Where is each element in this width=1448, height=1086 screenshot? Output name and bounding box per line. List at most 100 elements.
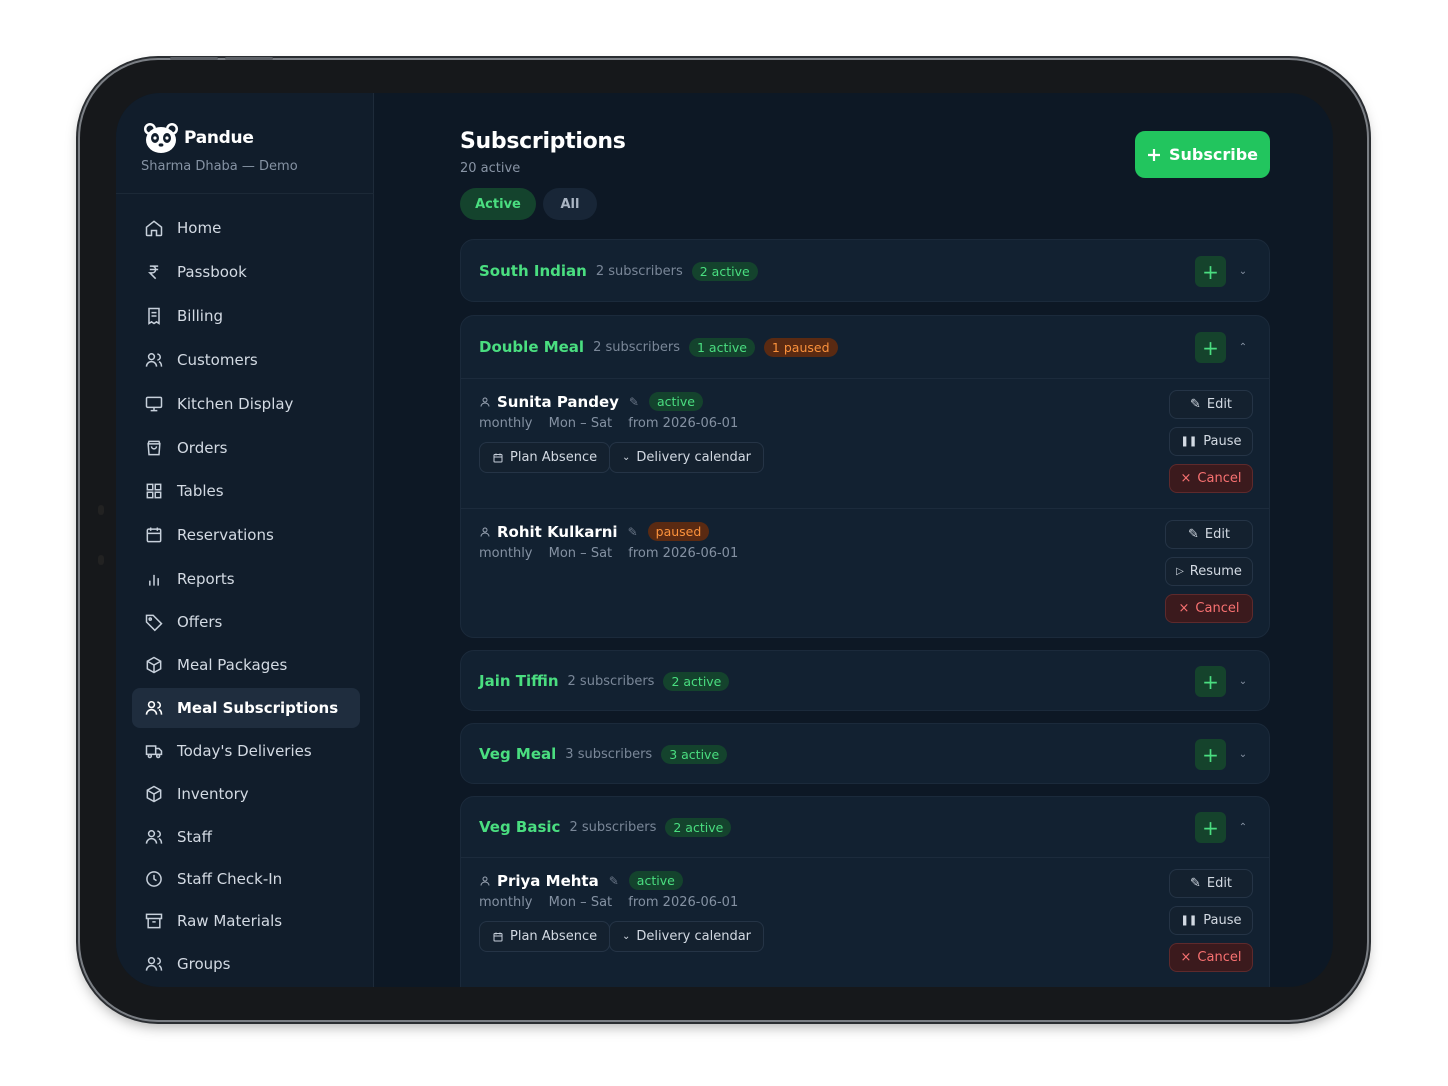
status-badge: active — [628, 871, 683, 890]
pencil-icon: ✎ — [1187, 527, 1199, 542]
sidebar-item-label: Meal Subscriptions — [177, 699, 339, 717]
add-subscriber-button[interactable]: + — [1195, 739, 1226, 770]
archive-icon — [145, 913, 163, 929]
add-subscriber-button[interactable]: + — [1195, 812, 1226, 843]
chevron-up-icon[interactable]: ⌃ — [1235, 819, 1251, 835]
filter-active-tab[interactable]: Active — [460, 188, 536, 220]
chevron-up-icon[interactable]: ⌃ — [1235, 339, 1251, 355]
clock-icon — [146, 871, 162, 887]
users-icon — [145, 957, 163, 971]
cancel-button[interactable]: × Cancel — [1169, 943, 1253, 972]
sidebar-item-inventory[interactable]: Inventory — [132, 774, 360, 814]
camera-dot — [98, 505, 104, 515]
delivery-days: Mon – Sat — [548, 416, 613, 431]
volume-button — [225, 57, 273, 60]
plan-absence-button[interactable]: Plan Absence — [479, 442, 611, 473]
chevron-down-icon[interactable]: ⌄ — [1235, 263, 1251, 279]
pause-button[interactable]: ❚❚ Pause — [1169, 906, 1253, 935]
pause-label: Pause — [1203, 434, 1242, 449]
tag-icon — [145, 614, 163, 632]
sidebar-item-staff[interactable]: Staff — [132, 817, 360, 857]
users-icon — [145, 830, 163, 844]
monitor-icon — [145, 396, 163, 412]
pause-icon: ❚❚ — [1180, 436, 1198, 447]
sidebar-item-home[interactable]: Home — [132, 208, 360, 248]
sidebar-item-billing[interactable]: Billing — [132, 296, 360, 336]
pencil-icon[interactable]: ✎ — [629, 395, 639, 409]
group-header[interactable]: Veg Meal 3 subscribers 3 active — [461, 724, 1269, 784]
sidebar-item-raw-materials[interactable]: Raw Materials — [132, 901, 360, 941]
sidebar-item-orders[interactable]: Orders — [132, 428, 360, 468]
pause-icon: ❚❚ — [1180, 915, 1198, 926]
sidebar-item-staff-check-in[interactable]: Staff Check-In — [132, 859, 360, 899]
group-name: Veg Basic — [479, 818, 561, 836]
sidebar-item-customers[interactable]: Customers — [132, 340, 360, 380]
add-subscriber-button[interactable]: + — [1195, 256, 1226, 287]
chevron-down-icon[interactable]: ⌄ — [1235, 673, 1251, 689]
sidebar-item-reports[interactable]: Reports — [132, 559, 360, 599]
delivery-calendar-toggle[interactable]: ⌄ Delivery calendar — [609, 442, 765, 473]
status-badge: paused — [647, 522, 710, 541]
edit-button[interactable]: ✎ Edit — [1169, 869, 1253, 898]
delivery-calendar-toggle[interactable]: ⌄ Delivery calendar — [609, 921, 765, 952]
calendar-icon — [493, 932, 503, 941]
panda-logo-icon — [144, 123, 178, 153]
subscriber-name: Rohit Kulkarni — [497, 522, 618, 541]
brand[interactable]: Pandue — [142, 121, 254, 155]
sidebar-item-kitchen-display[interactable]: Kitchen Display — [132, 384, 360, 424]
sidebar-item-meal-subscriptions[interactable]: Meal Subscriptions — [132, 688, 360, 728]
sidebar-item-todays-deliveries[interactable]: Today's Deliveries — [132, 731, 360, 771]
add-subscriber-button[interactable]: + — [1195, 332, 1226, 363]
sidebar-item-offers[interactable]: Offers — [132, 602, 360, 642]
subscriber-count: 2 subscribers — [567, 673, 655, 689]
edit-button[interactable]: ✎ Edit — [1165, 520, 1253, 549]
sidebar-item-meal-packages[interactable]: Meal Packages — [132, 645, 360, 685]
sidebar-item-label: Staff Check-In — [177, 870, 283, 888]
pencil-icon[interactable]: ✎ — [628, 525, 638, 539]
group-header[interactable]: Jain Tiffin 2 subscribers 2 active — [461, 651, 1269, 711]
plan-absence-button[interactable]: Plan Absence — [479, 921, 611, 952]
active-badge: 1 active — [689, 337, 755, 357]
pause-button[interactable]: ❚❚ Pause — [1169, 427, 1253, 456]
subscriber-count: 2 subscribers — [595, 263, 683, 279]
subscription-group-card: Double Meal 2 subscribers 1 active 1 pau… — [460, 315, 1270, 638]
subscribe-button[interactable]: Subscribe — [1135, 131, 1270, 178]
sidebar: Pandue Sharma Dhaba — Demo Home Passbook… — [116, 93, 374, 987]
users-icon — [145, 353, 163, 367]
plan-absence-label: Plan Absence — [510, 929, 598, 944]
subscriber-count: 2 subscribers — [593, 339, 680, 355]
group-header[interactable]: Double Meal 2 subscribers 1 active 1 pau… — [461, 316, 1269, 378]
group-header[interactable]: South Indian 2 subscribers 2 active — [461, 240, 1269, 302]
sidebar-item-tables[interactable]: Tables — [132, 471, 360, 511]
sidebar-item-label: Passbook — [177, 263, 247, 281]
sidebar-item-passbook[interactable]: Passbook — [132, 252, 360, 292]
sidebar-item-groups[interactable]: Groups — [132, 944, 360, 984]
sidebar-item-label: Kitchen Display — [177, 395, 294, 413]
plus-icon — [1147, 148, 1160, 161]
pencil-icon[interactable]: ✎ — [609, 874, 619, 888]
package-icon — [146, 785, 162, 803]
add-subscriber-button[interactable]: + — [1195, 666, 1226, 697]
cancel-button[interactable]: × Cancel — [1165, 594, 1253, 623]
sidebar-item-reservations[interactable]: Reservations — [132, 515, 360, 555]
sidebar-item-label: Groups — [177, 955, 231, 973]
subscriber-row: Priya Mehta ✎ active monthly Mon – Sat f… — [479, 857, 1253, 987]
chevron-down-icon[interactable]: ⌄ — [1235, 746, 1251, 762]
cancel-label: Cancel — [1195, 601, 1240, 616]
group-header[interactable]: Veg Basic 2 subscribers 2 active — [461, 797, 1269, 857]
cancel-button[interactable]: × Cancel — [1169, 464, 1253, 493]
resume-button[interactable]: ▷ Resume — [1165, 557, 1253, 586]
page-title: Subscriptions — [460, 129, 626, 154]
calendar-icon — [146, 527, 162, 543]
pencil-icon: ✎ — [1189, 397, 1201, 412]
grid-icon — [146, 483, 162, 499]
edit-button[interactable]: ✎ Edit — [1169, 390, 1253, 419]
user-icon — [480, 397, 490, 407]
camera-dot — [98, 555, 104, 565]
sidebar-item-label: Inventory — [177, 785, 249, 803]
delivery-calendar-label: Delivery calendar — [636, 450, 752, 465]
filter-all-tab[interactable]: All — [543, 188, 597, 220]
active-count: 20 active — [460, 161, 521, 176]
sidebar-item-label: Raw Materials — [177, 912, 283, 930]
subscription-group-card: Veg Meal 3 subscribers 3 active + ⌄ — [460, 723, 1270, 784]
